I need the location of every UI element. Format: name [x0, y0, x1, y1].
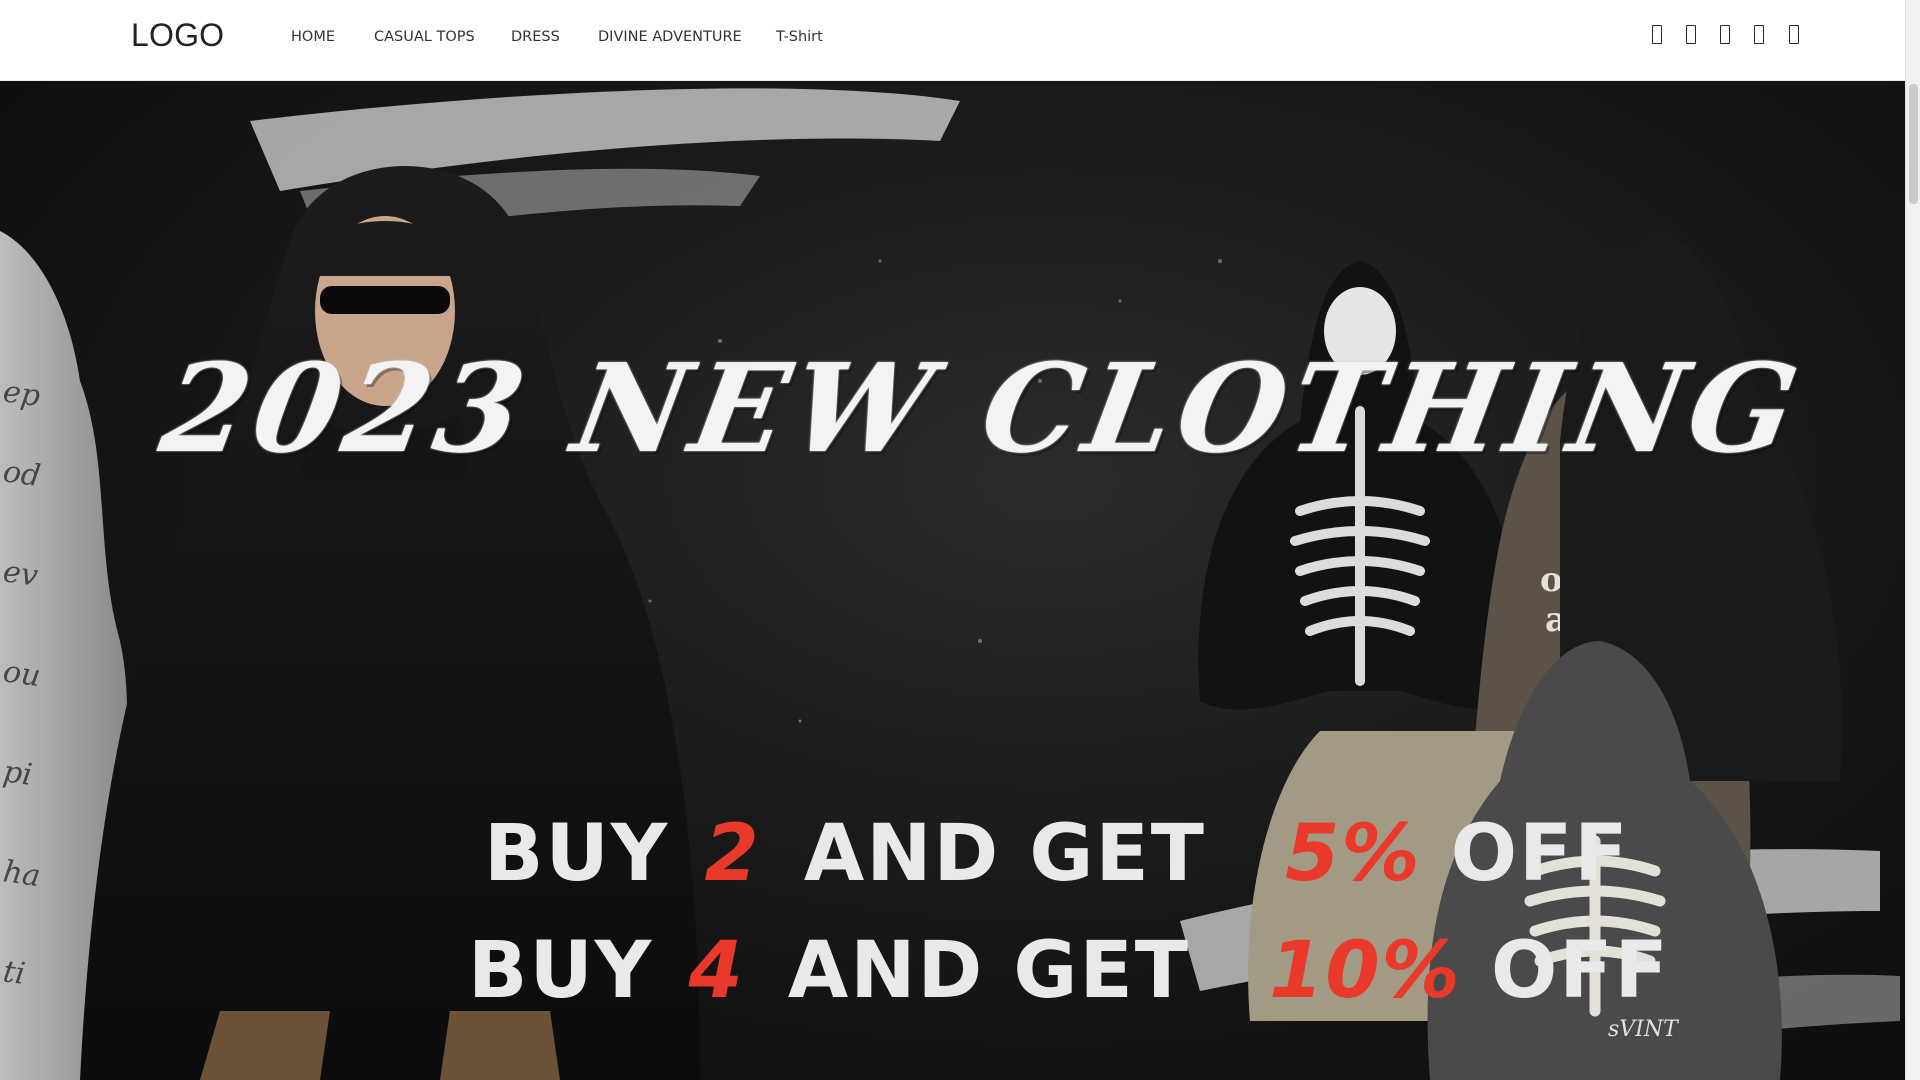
site-logo[interactable]: LOGO [131, 17, 224, 54]
hero-banner[interactable]: ep od ev ou pi ha ti sVINT 2023 NEW CLOT… [0, 81, 1905, 1080]
nav-casual-tops[interactable]: CASUAL TOPS [374, 29, 475, 45]
offer-1-and-get: AND GET [803, 809, 1206, 899]
nav-home[interactable]: HOME [291, 29, 335, 45]
page-scrollbar[interactable] [1905, 0, 1920, 1080]
svg-text:pi: pi [1, 754, 34, 793]
page: LOGO HOME CASUAL TOPS DRESS DIVINE ADVEN… [0, 0, 1920, 1080]
compare-icon[interactable] [1752, 23, 1766, 46]
svg-text:ha: ha [1, 854, 43, 894]
svg-text:ou: ou [1, 654, 43, 694]
dust-speckles [648, 259, 1222, 723]
cart-icon[interactable] [1787, 23, 1801, 46]
offer-1-off: OFF [1450, 809, 1630, 899]
search-icon[interactable] [1650, 23, 1664, 46]
nav-divine-adventure[interactable]: DIVINE ADVENTURE [598, 29, 742, 45]
nav-t-shirt[interactable]: T-Shirt [776, 29, 823, 45]
skeleton-jacket [1198, 261, 1522, 710]
offer-1-buy: BUY [484, 809, 670, 899]
offer-2-and-get: AND GET [787, 926, 1190, 1016]
user-icon-glyph [1686, 25, 1696, 44]
nav-dress[interactable]: DRESS [511, 29, 560, 45]
offer-2-buy: BUY [468, 926, 654, 1016]
offer-line-1: BUY 2 AND GET 5% OFF [484, 809, 1630, 899]
hero-headline: 2023 NEW CLOTHING [151, 336, 1814, 480]
offer-1-quantity: 2 [704, 809, 761, 899]
svg-text:ev: ev [1, 554, 40, 593]
heart-icon-glyph [1720, 25, 1730, 44]
heart-icon[interactable] [1718, 23, 1732, 46]
site-header: LOGO HOME CASUAL TOPS DRESS DIVINE ADVEN… [0, 0, 1905, 81]
user-icon[interactable] [1684, 23, 1698, 46]
offer-2-percent: 10% [1269, 926, 1462, 1016]
offer-line-2: BUY 4 AND GET 10% OFF [468, 926, 1670, 1016]
offer-1-percent: 5% [1285, 809, 1422, 899]
scrollbar-thumb[interactable] [1909, 84, 1918, 204]
search-icon-glyph [1652, 25, 1662, 44]
offer-2-off: OFF [1490, 926, 1670, 1016]
compare-icon-glyph [1754, 25, 1764, 44]
cart-icon-glyph [1789, 25, 1799, 44]
offer-2-quantity: 4 [688, 926, 745, 1016]
svg-text:sVINT: sVINT [1608, 1017, 1680, 1042]
